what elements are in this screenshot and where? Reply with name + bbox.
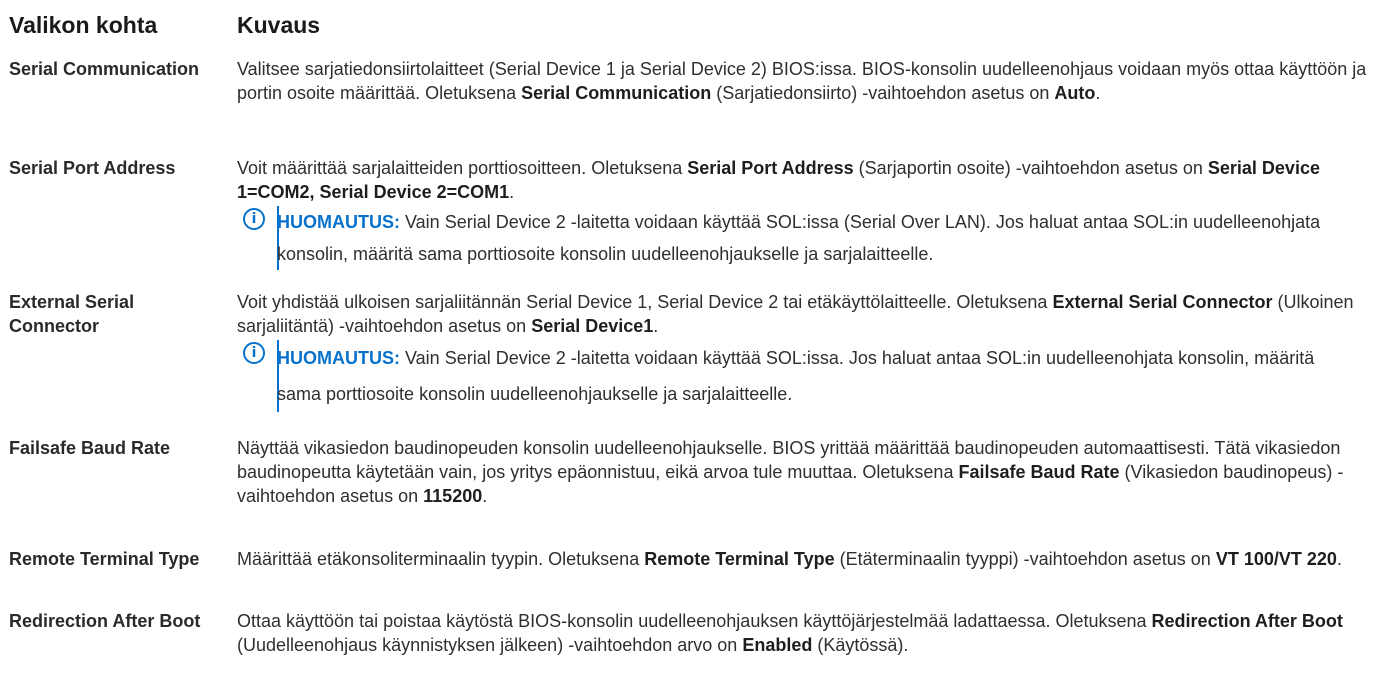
note-text: HUOMAUTUS: Vain Serial Device 2 -laitett… [277, 212, 1321, 264]
note-label: HUOMAUTUS: [277, 348, 400, 368]
note-box: i HUOMAUTUS: Vain Serial Device 2 -laite… [237, 340, 1369, 412]
row-term: Serial Communication [9, 59, 200, 79]
row-term: Remote Terminal Type [9, 549, 200, 569]
table-row: Serial Port Address Voit määrittää sarja… [9, 152, 1369, 286]
table-row: Serial Communication Valitsee sarjatiedo… [9, 56, 1369, 152]
info-icon: i [243, 208, 265, 230]
table-header: Valikon kohta Kuvaus [9, 0, 1369, 56]
row-description: Valitsee sarjatiedonsiirtolaitteet (Seri… [237, 59, 1367, 103]
row-description: Voit yhdistää ulkoisen sarjaliitännän Se… [237, 286, 1369, 430]
row-description: Voit määrittää sarjalaitteiden porttioso… [237, 152, 1369, 286]
note-box: i HUOMAUTUS: Vain Serial Device 2 -laite… [237, 206, 1369, 270]
row-term: External Serial Connector [9, 292, 135, 336]
document-page: Valikon kohta Kuvaus Serial Communicatio… [9, 0, 1369, 668]
column-header-description: Kuvaus [237, 12, 321, 38]
row-description: Määrittää etäkonsoliterminaalin tyypin. … [237, 549, 1342, 569]
row-term: Failsafe Baud Rate [9, 438, 171, 458]
table-row: Failsafe Baud Rate Näyttää vikasiedon ba… [9, 430, 1369, 546]
row-term: Serial Port Address [9, 158, 176, 178]
note-text: HUOMAUTUS: Vain Serial Device 2 -laitett… [277, 348, 1315, 404]
table-row: Redirection After Boot Ottaa käyttöön ta… [9, 608, 1369, 668]
row-description: Näyttää vikasiedon baudinopeuden konsoli… [237, 438, 1344, 506]
column-header-menu-item: Valikon kohta [9, 12, 158, 38]
table-row: Remote Terminal Type Määrittää etäkonsol… [9, 546, 1369, 608]
note-label: HUOMAUTUS: [277, 212, 400, 232]
row-term: Redirection After Boot [9, 611, 201, 631]
info-icon: i [243, 342, 265, 364]
table-row: External Serial Connector Voit yhdistää … [9, 286, 1369, 430]
row-description: Ottaa käyttöön tai poistaa käytöstä BIOS… [237, 611, 1343, 655]
